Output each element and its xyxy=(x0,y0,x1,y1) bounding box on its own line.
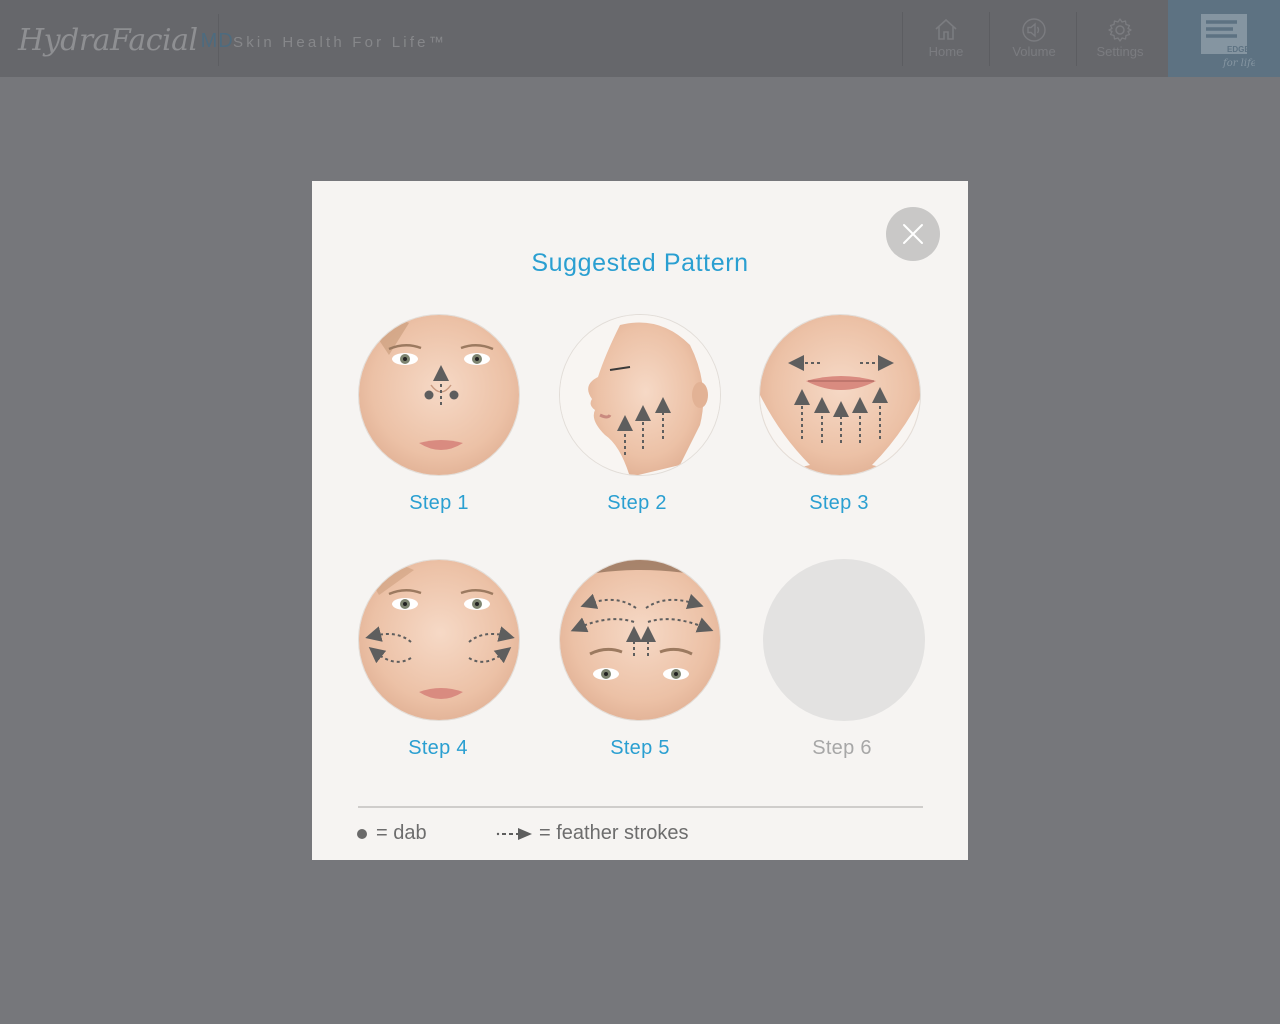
edge-logo-word: EDGE xyxy=(1227,45,1250,54)
step-1[interactable] xyxy=(358,314,520,476)
legend-feather: = feather strokes xyxy=(496,822,689,845)
gear-icon xyxy=(1108,18,1132,42)
legend-divider xyxy=(358,806,923,808)
brand-logo: HydraFacial MD xyxy=(18,18,234,62)
home-icon xyxy=(935,18,957,40)
nav-separator xyxy=(989,12,990,66)
edge-logo-tag: for life xyxy=(1222,58,1255,69)
nav-home-button[interactable]: Home xyxy=(903,0,989,77)
edge-logo-icon: EDGE for life xyxy=(1201,13,1255,69)
step-2-image xyxy=(559,314,721,476)
volume-icon xyxy=(1022,18,1046,42)
nav-home-label: Home xyxy=(928,44,964,59)
step-1-label: Step 1 xyxy=(409,492,469,514)
tagline: Skin Health For Life™ xyxy=(233,34,447,51)
step-5-image xyxy=(559,559,721,721)
step-5[interactable] xyxy=(559,559,721,721)
close-icon xyxy=(903,224,923,244)
step-1-image xyxy=(358,314,520,476)
nav-volume-button[interactable]: Volume xyxy=(991,0,1077,77)
legend-dab-text: = dab xyxy=(376,822,427,844)
step-4-image xyxy=(358,559,520,721)
step-3-label: Step 3 xyxy=(809,492,869,514)
step-5-label: Step 5 xyxy=(610,737,670,759)
brand-script-text: HydraFacial xyxy=(18,22,198,58)
modal-title: Suggested Pattern xyxy=(531,249,749,277)
step-6 xyxy=(763,559,925,721)
step-2-label: Step 2 xyxy=(607,492,667,514)
suggested-pattern-modal: Suggested Pattern Step 1 Step 2 Step 3 S… xyxy=(312,181,968,860)
step-3-image xyxy=(759,314,921,476)
step-4[interactable] xyxy=(358,559,520,721)
edge-logo-button[interactable]: EDGE for life xyxy=(1168,0,1280,77)
step-2[interactable] xyxy=(559,314,721,476)
nav-settings-label: Settings xyxy=(1096,44,1144,59)
dab-dot-icon xyxy=(357,828,367,839)
header-divider xyxy=(218,14,219,66)
legend-feather-text: = feather strokes xyxy=(539,822,689,844)
step-6-label: Step 6 xyxy=(812,737,872,759)
app-header: HydraFacial MD Skin Health For Life™ Hom… xyxy=(0,0,1280,77)
feather-arrow-icon xyxy=(496,827,532,840)
step-3[interactable] xyxy=(759,314,921,476)
nav-settings-button[interactable]: Settings xyxy=(1077,0,1163,77)
nav-volume-label: Volume xyxy=(1012,44,1056,59)
step-6-placeholder xyxy=(763,559,925,721)
legend-dab: = dab xyxy=(357,822,427,845)
step-4-label: Step 4 xyxy=(408,737,468,759)
